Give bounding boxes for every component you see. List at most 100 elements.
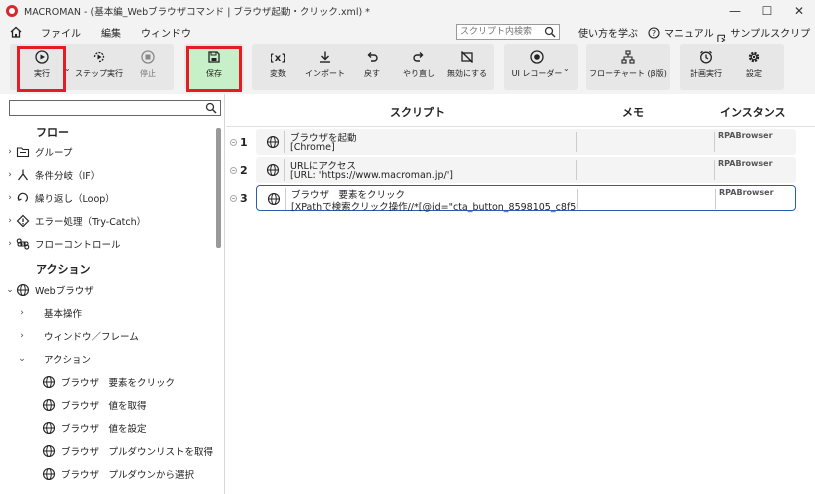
- script-row[interactable]: ブラウザを起動 [Chrome] RPABrowser: [256, 129, 796, 155]
- title-bar: MACROMAN - (基本編_Webブラウザコマンド | ブラウザ起動・クリッ…: [0, 0, 815, 22]
- tree-item-label: エラー処理（Try-Catch）: [35, 217, 147, 228]
- redo-icon: [413, 52, 424, 62]
- flowchart-label: フローチャート (β版): [589, 69, 667, 78]
- chevron-right-icon[interactable]: ›: [4, 193, 16, 203]
- command-search-box[interactable]: [9, 100, 221, 116]
- tree-item-group[interactable]: › グループ: [4, 143, 72, 161]
- tree-item-browser-get-dropdown[interactable]: ブラウザ プルダウンリストを取得: [42, 442, 213, 460]
- row-number[interactable]: 3: [230, 192, 252, 205]
- tree-item-loop[interactable]: › 繰り返し（Loop）: [4, 189, 115, 207]
- schedule-label: 計画実行: [690, 69, 722, 78]
- variable-button[interactable]: {x} 変数: [262, 44, 294, 90]
- chevron-right-icon[interactable]: ›: [16, 308, 28, 318]
- home-icon[interactable]: [9, 25, 23, 39]
- globe-icon: [42, 467, 56, 481]
- tree-item-window-frame[interactable]: › ウィンドウ／フレーム: [16, 327, 139, 345]
- import-button[interactable]: インポート: [302, 44, 348, 90]
- script-editor: スクリプト メモ インスタンス 1 ブラウザを起動 [Chrome] RPABr…: [226, 94, 815, 494]
- manual-label: マニュアル: [664, 29, 714, 40]
- manual-link[interactable]: ? マニュアル: [648, 25, 714, 40]
- tree-item-label: ブラウザ 値を設定: [61, 424, 147, 435]
- chevron-right-icon[interactable]: ›: [4, 147, 16, 157]
- chevron-right-icon[interactable]: ›: [4, 170, 16, 180]
- header-divider: [226, 126, 815, 127]
- close-button[interactable]: ✕: [783, 0, 815, 22]
- step-run-icon: [93, 51, 105, 63]
- tree-item-label: ブラウザ 値を取得: [61, 401, 147, 412]
- stop-icon: [141, 50, 155, 64]
- column-header-script: スクリプト: [390, 106, 445, 119]
- settings-button[interactable]: 設定: [740, 44, 768, 90]
- row-number[interactable]: 2: [230, 164, 252, 177]
- command-instance: RPABrowser: [719, 188, 774, 197]
- tree-item-label: ブラウザ プルダウンから選択: [61, 470, 195, 481]
- menu-edit[interactable]: 編集: [101, 25, 121, 40]
- command-panel-scrollbar[interactable]: [216, 128, 221, 248]
- clock-icon: [700, 50, 712, 64]
- search-icon[interactable]: [544, 26, 556, 38]
- tree-item-actions[interactable]: ⌄ アクション: [16, 350, 91, 368]
- menu-window[interactable]: ウィンドウ: [141, 25, 191, 40]
- maximize-button[interactable]: ☐: [751, 0, 783, 22]
- tree-item-browser-click[interactable]: ブラウザ 要素をクリック: [42, 373, 175, 391]
- tree-item-basic-ops[interactable]: › 基本操作: [16, 304, 82, 322]
- svg-text:{x}: {x}: [271, 53, 285, 64]
- collapse-icon[interactable]: [230, 167, 237, 174]
- tree-item-try-catch[interactable]: › エラー処理（Try-Catch）: [4, 212, 146, 230]
- tree-item-label: ウィンドウ／フレーム: [44, 332, 139, 343]
- row-number[interactable]: 1: [230, 136, 252, 149]
- column-header-memo: メモ: [622, 106, 644, 119]
- app-logo-icon: [6, 5, 18, 17]
- row-divider: [285, 188, 286, 210]
- tree-item-browser-set-value[interactable]: ブラウザ 値を設定: [42, 419, 147, 437]
- menu-file[interactable]: ファイル: [41, 25, 81, 40]
- chevron-right-icon[interactable]: ›: [4, 239, 16, 249]
- import-label: インポート: [305, 69, 345, 78]
- script-search-input[interactable]: [457, 25, 541, 39]
- section-action-heading: アクション: [36, 263, 91, 276]
- chevron-right-icon[interactable]: ›: [4, 216, 16, 226]
- script-search-box[interactable]: [456, 24, 560, 40]
- collapse-icon[interactable]: [230, 139, 237, 146]
- chevron-right-icon[interactable]: ›: [16, 331, 28, 341]
- row-divider: [576, 160, 577, 180]
- schedule-button[interactable]: 計画実行: [688, 44, 724, 90]
- step-run-label: ステップ実行: [75, 69, 123, 78]
- flowchart-icon: [621, 50, 635, 64]
- tree-item-browser-select-dropdown[interactable]: ブラウザ プルダウンから選択: [42, 465, 194, 483]
- chevron-down-icon[interactable]: ⌄: [4, 285, 16, 295]
- search-icon[interactable]: [205, 102, 217, 114]
- learn-link[interactable]: 使い方を学ぶ: [578, 25, 638, 40]
- recorder-dropdown-chevron-icon[interactable]: ⌄: [563, 64, 570, 73]
- chevron-down-icon[interactable]: ⌄: [16, 354, 28, 364]
- globe-icon: [42, 375, 56, 389]
- step-run-button[interactable]: ステップ実行: [74, 44, 124, 90]
- row-divider: [714, 160, 715, 180]
- flowchart-button[interactable]: フローチャート (β版): [589, 44, 667, 90]
- window-controls: — ☐ ✕: [719, 0, 815, 22]
- stop-button[interactable]: 停止: [130, 44, 166, 90]
- tree-item-web-browser[interactable]: ⌄ Webブラウザ: [4, 281, 94, 299]
- disable-button[interactable]: 無効にする: [444, 44, 490, 90]
- undo-icon: [367, 52, 378, 62]
- row-divider: [284, 131, 285, 153]
- globe-icon: [266, 163, 280, 177]
- warning-icon: [16, 214, 30, 228]
- tree-item-label: 基本操作: [44, 309, 83, 320]
- redo-button[interactable]: やり直し: [400, 44, 438, 90]
- ui-recorder-button[interactable]: UI レコーダー: [512, 44, 562, 90]
- command-params: [Chrome]: [290, 142, 335, 153]
- tree-item-browser-get-value[interactable]: ブラウザ 値を取得: [42, 396, 147, 414]
- globe-icon: [42, 398, 56, 412]
- disable-icon: [461, 51, 473, 63]
- script-row-selected[interactable]: ブラウザ 要素をクリック [XPathで検索クリック操作//*[@id="cta…: [256, 185, 796, 213]
- undo-button[interactable]: 戻す: [358, 44, 386, 90]
- script-row[interactable]: URLにアクセス [URL: 'https://www.macroman.jp/…: [256, 157, 796, 183]
- collapse-icon[interactable]: [230, 195, 237, 202]
- minimize-button[interactable]: —: [719, 0, 751, 22]
- tree-item-flow-control[interactable]: › フローコントロール: [4, 235, 121, 253]
- record-icon: [530, 50, 544, 64]
- branch-icon: [18, 169, 28, 181]
- tree-item-if[interactable]: › 条件分岐（IF）: [4, 166, 100, 184]
- row-divider: [577, 189, 578, 209]
